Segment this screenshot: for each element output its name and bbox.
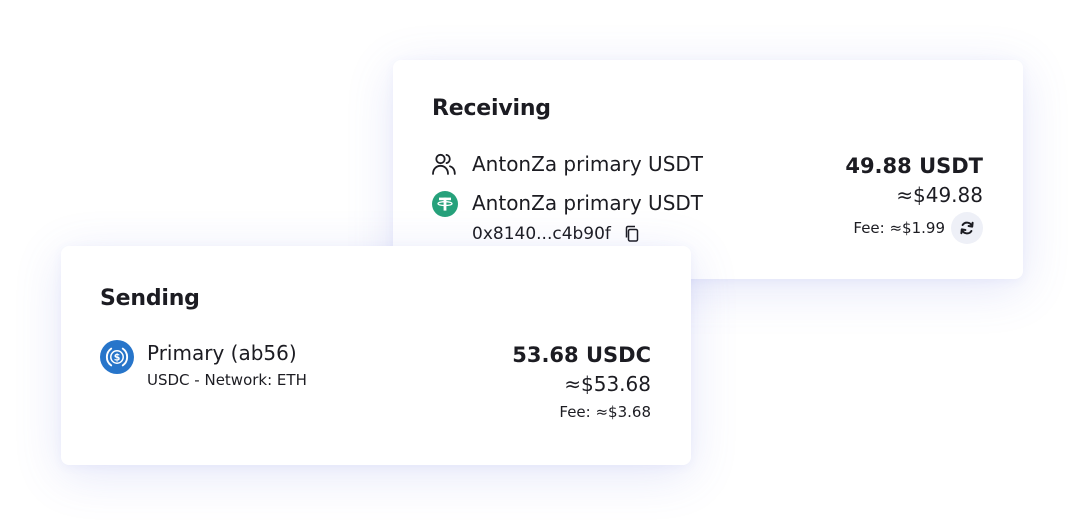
refresh-icon (959, 220, 975, 236)
copy-icon[interactable] (624, 225, 640, 243)
receiving-amount: 49.88 USDT (845, 154, 983, 178)
sending-fee: Fee: ≈$3.68 (559, 403, 651, 421)
sending-card: Sending $ Primary (ab56) USDC - Network:… (61, 246, 691, 465)
usdc-icon: $ (100, 340, 134, 374)
sending-title: Sending (100, 286, 200, 311)
svg-text:$: $ (114, 353, 121, 364)
receiving-wallet-name: AntonZa primary USDT (472, 191, 704, 215)
contact-name: AntonZa primary USDT (472, 152, 704, 176)
receiving-fee: Fee: ≈$1.99 (853, 219, 945, 237)
sending-wallet-name: Primary (ab56) (147, 341, 297, 365)
sending-network: USDC - Network: ETH (147, 371, 307, 389)
sending-amount-block: 53.68 USDC ≈$53.68 Fee: ≈$3.68 (512, 342, 651, 422)
receiving-address: 0x8140...c4b90f (472, 224, 611, 244)
receiving-fee-row: Fee: ≈$1.99 (853, 212, 983, 244)
tether-icon (432, 191, 458, 217)
receiving-amount-usd: ≈$49.88 (896, 183, 983, 207)
receiving-title: Receiving (432, 96, 551, 121)
sending-amount-usd: ≈$53.68 (564, 372, 651, 396)
users-icon (431, 151, 457, 177)
refresh-fee-button[interactable] (951, 212, 983, 244)
receiving-amount-block: 49.88 USDT ≈$49.88 Fee: ≈$1.99 (845, 153, 983, 244)
sending-amount: 53.68 USDC (512, 343, 651, 367)
